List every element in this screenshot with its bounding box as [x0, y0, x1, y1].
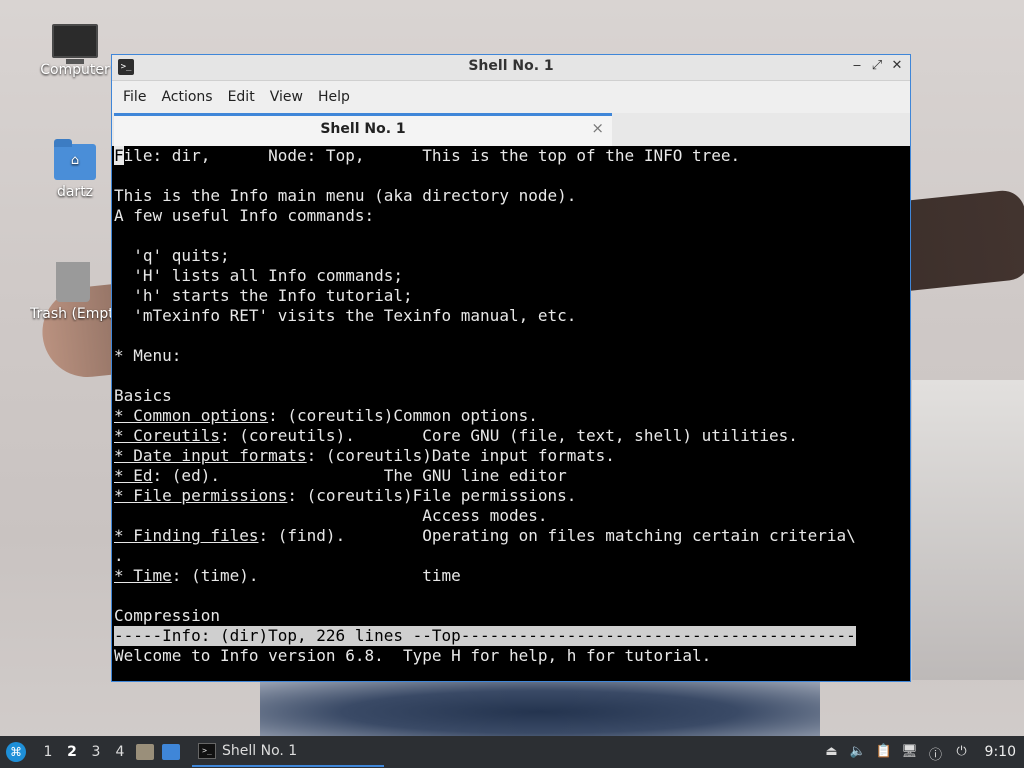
close-button[interactable]: ✕: [888, 58, 906, 73]
window-titlebar[interactable]: >_ Shell No. 1 ‒ ⤢ ✕: [112, 55, 910, 81]
menu-actions[interactable]: Actions: [154, 89, 219, 105]
start-menu-icon[interactable]: ⌘: [6, 742, 26, 762]
notification-icon[interactable]: ⓘ: [927, 744, 945, 763]
show-desktop-icon[interactable]: [162, 744, 180, 760]
terminal-line: File: dir, Node: Top, This is the top of…: [114, 146, 741, 165]
clipboard-icon[interactable]: 📋: [875, 744, 893, 760]
power-icon[interactable]: ⏻: [953, 744, 971, 760]
menu-entry-link[interactable]: * Date input formats: [114, 446, 307, 465]
menu-entry-link[interactable]: * Coreutils: [114, 426, 220, 445]
desktop-icon-label: dartz: [56, 184, 94, 200]
terminal-line: 'q' quits;: [114, 246, 230, 265]
wallpaper-wall: [912, 380, 1024, 680]
terminal-line: * Coreutils: (coreutils). Core GNU (file…: [114, 426, 798, 445]
echo-area-line: Welcome to Info version 6.8. Type H for …: [114, 646, 712, 665]
menu-view[interactable]: View: [263, 89, 310, 105]
terminal-line: This is the Info main menu (aka director…: [114, 186, 577, 205]
taskbar: ⌘ 1 2 3 4 >_ Shell No. 1 ⏏ 🔈 📋 🖥 ⓘ ⏻ 9:1…: [0, 736, 1024, 768]
menu-help[interactable]: Help: [311, 89, 357, 105]
terminal-line: Access modes.: [114, 506, 548, 525]
menu-edit[interactable]: Edit: [221, 89, 262, 105]
clock: 9:10: [984, 744, 1016, 760]
terminal-line: * Finding files: (find). Operating on fi…: [114, 526, 856, 545]
workspace-3[interactable]: 3: [84, 744, 108, 760]
terminal-line: * File permissions: (coreutils)File perm…: [114, 486, 577, 505]
terminal-line: * Time: (time). time: [114, 566, 461, 585]
terminal-task-icon: >_: [198, 743, 216, 759]
home-folder-icon: ⌂: [54, 139, 96, 180]
system-tray: ⏏ 🔈 📋 🖥 ⓘ ⏻ 9:10: [819, 744, 1024, 763]
text-cursor: F: [114, 146, 124, 165]
terminal-output[interactable]: File: dir, Node: Top, This is the top of…: [112, 146, 910, 681]
terminal-line: 'H' lists all Info commands;: [114, 266, 403, 285]
volume-icon[interactable]: 🔈: [849, 744, 867, 760]
desktop-icon-home[interactable]: ⌂ dartz: [35, 139, 115, 200]
terminal-line: Compression: [114, 606, 220, 625]
desktop-icon-trash[interactable]: Trash (Empty): [24, 262, 124, 322]
workspace-2[interactable]: 2: [60, 744, 84, 760]
task-label: Shell No. 1: [222, 743, 298, 759]
terminal-line: 'mTexinfo RET' visits the Texinfo manual…: [114, 306, 577, 325]
terminal-line: * Menu:: [114, 346, 182, 365]
tab-shell-1[interactable]: Shell No. 1 ×: [114, 113, 612, 146]
menu-entry-link[interactable]: * Time: [114, 566, 172, 585]
computer-icon: [52, 24, 98, 64]
terminal-line: A few useful Info commands:: [114, 206, 375, 225]
menu-entry-link[interactable]: * Finding files: [114, 526, 259, 545]
workspace-1[interactable]: 1: [36, 744, 60, 760]
terminal-window: >_ Shell No. 1 ‒ ⤢ ✕ File Actions Edit V…: [111, 54, 911, 682]
tab-bar: Shell No. 1 ×: [112, 113, 910, 148]
taskbar-task-shell[interactable]: >_ Shell No. 1: [192, 737, 384, 767]
terminal-line: * Date input formats: (coreutils)Date in…: [114, 446, 615, 465]
terminal-line: * Ed: (ed). The GNU line editor: [114, 466, 567, 485]
trash-icon: [56, 262, 90, 302]
menubar: File Actions Edit View Help: [112, 81, 910, 113]
desktop-icon-label: Computer: [40, 62, 110, 78]
minimize-button[interactable]: ‒: [848, 58, 866, 73]
file-manager-launcher-icon[interactable]: [136, 744, 154, 760]
menu-file[interactable]: File: [116, 89, 153, 105]
terminal-line: * Common options: (coreutils)Common opti…: [114, 406, 538, 425]
network-icon[interactable]: 🖥: [901, 744, 919, 760]
menu-entry-link[interactable]: * File permissions: [114, 486, 287, 505]
terminal-line: .: [114, 546, 124, 565]
info-status-line: -----Info: (dir)Top, 226 lines --Top----…: [114, 626, 856, 646]
terminal-line: Basics: [114, 386, 172, 405]
menu-entry-link[interactable]: * Common options: [114, 406, 268, 425]
menu-entry-link[interactable]: * Ed: [114, 466, 153, 485]
workspace-4[interactable]: 4: [108, 744, 132, 760]
tab-close-icon[interactable]: ×: [591, 119, 604, 137]
tab-label: Shell No. 1: [320, 121, 406, 137]
terminal-line: 'h' starts the Info tutorial;: [114, 286, 413, 305]
desktop-icon-label: Trash (Empty): [30, 306, 116, 322]
eject-icon[interactable]: ⏏: [823, 744, 841, 760]
desktop-icon-computer[interactable]: Computer: [35, 24, 115, 78]
window-title: Shell No. 1: [468, 58, 554, 74]
wallpaper-shadow: [260, 682, 820, 742]
maximize-button[interactable]: ⤢: [868, 58, 886, 73]
